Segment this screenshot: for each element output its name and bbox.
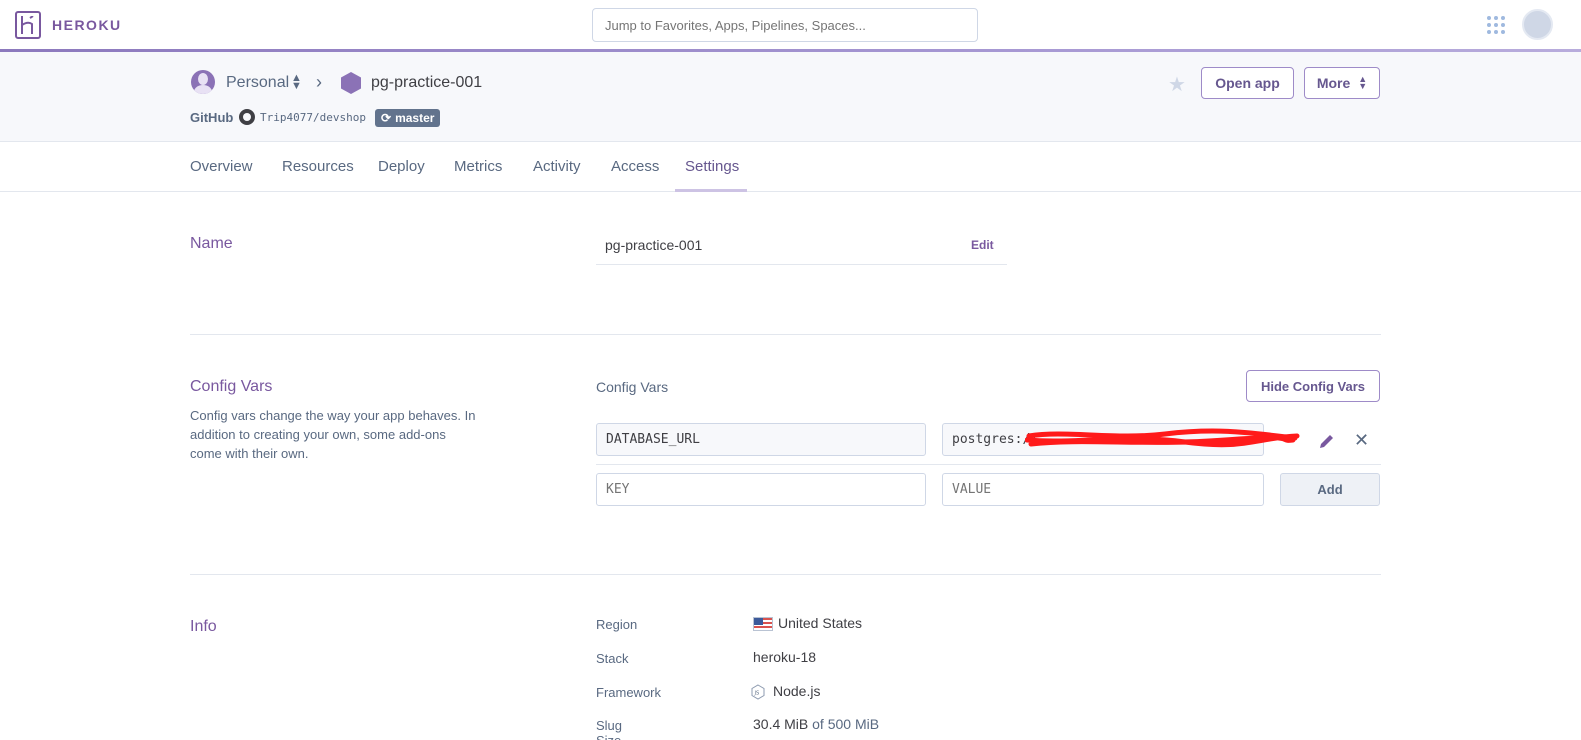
heroku-logo-icon[interactable]	[15, 11, 41, 39]
apps-grid-icon[interactable]	[1487, 16, 1505, 34]
account-switcher-label[interactable]: Personal	[226, 74, 289, 92]
edit-config-var-pencil-icon[interactable]	[1318, 432, 1336, 450]
info-section-title: Info	[190, 618, 217, 635]
us-flag-icon	[753, 617, 773, 631]
add-config-var-button[interactable]: Add	[1280, 473, 1380, 506]
stack-value: heroku-18	[753, 649, 817, 665]
app-name: pg-practice-001	[371, 74, 483, 91]
top-navbar: HEROKU	[0, 0, 1581, 50]
region-label: Region	[596, 617, 638, 632]
more-button-label: More	[1316, 75, 1351, 91]
brand-name[interactable]: HEROKU	[52, 17, 122, 33]
app-header: Personal ▲ ▼ › pg-practice-001 GitHub Tri…	[0, 52, 1581, 142]
app-tabs: Overview Resources Deploy Metrics Activi…	[0, 142, 1581, 192]
github-label: GitHub	[190, 110, 234, 125]
breadcrumb-chevron-right-icon: ›	[316, 72, 322, 92]
config-vars-subtitle: Config Vars	[596, 379, 669, 395]
new-config-value-input[interactable]	[942, 473, 1264, 506]
more-chevron-icon: ▲ ▼	[1358, 74, 1368, 91]
section-divider	[190, 574, 1381, 575]
tab-resources[interactable]: Resources	[282, 158, 354, 175]
app-name-value: pg-practice-001	[596, 226, 1007, 265]
name-section-title: Name	[190, 235, 233, 252]
config-var-row-divider	[596, 464, 1381, 465]
framework-value: Node.js	[773, 683, 821, 699]
nodejs-icon: JS	[751, 684, 765, 700]
slug-used: 30.4 MiB	[753, 716, 809, 732]
more-menu-button[interactable]: More ▲ ▼	[1304, 67, 1380, 99]
slug-size-label: Slug Size	[596, 718, 623, 740]
stack-label: Stack	[596, 651, 629, 666]
new-config-key-input[interactable]	[596, 473, 926, 506]
tab-access[interactable]: Access	[611, 158, 659, 175]
favorite-star-icon[interactable]: ★	[1168, 72, 1186, 97]
branch-name: master	[395, 111, 435, 125]
tab-metrics[interactable]: Metrics	[454, 158, 502, 175]
delete-config-var-close-icon[interactable]: ✕	[1354, 430, 1369, 451]
sync-icon: ⟳	[381, 111, 392, 125]
slug-of: of	[812, 716, 824, 732]
app-hexagon-icon	[341, 72, 361, 94]
config-var-key-field[interactable]: DATABASE_URL	[596, 423, 926, 456]
account-avatar	[191, 70, 215, 94]
github-repo-link[interactable]: Trip4077/devshop	[260, 111, 366, 124]
tab-activity[interactable]: Activity	[533, 158, 581, 175]
open-app-button[interactable]: Open app	[1201, 67, 1294, 99]
hide-config-vars-button[interactable]: Hide Config Vars	[1246, 370, 1380, 402]
edit-name-button[interactable]: Edit	[971, 238, 994, 252]
branch-badge: ⟳ master	[375, 109, 441, 127]
framework-label: Framework	[596, 685, 662, 700]
svg-text:JS: JS	[754, 691, 760, 697]
section-divider	[190, 334, 1381, 335]
active-tab-indicator	[675, 189, 747, 192]
redaction-scribble	[1025, 428, 1300, 448]
account-switcher-chevron-icon[interactable]: ▲ ▼	[291, 73, 302, 92]
region-value: United States	[778, 615, 863, 631]
search-input[interactable]	[592, 8, 978, 42]
user-avatar[interactable]	[1522, 9, 1553, 40]
github-icon	[239, 109, 255, 125]
slug-total: 500 MiB	[827, 716, 880, 732]
tab-settings[interactable]: Settings	[685, 158, 739, 175]
tab-overview[interactable]: Overview	[190, 158, 253, 175]
slug-size-value: 30.4 MiB of 500 MiB	[753, 716, 879, 732]
tab-deploy[interactable]: Deploy	[378, 158, 425, 175]
config-vars-description: Config vars change the way your app beha…	[190, 408, 476, 461]
config-vars-section-title: Config Vars	[190, 378, 273, 395]
